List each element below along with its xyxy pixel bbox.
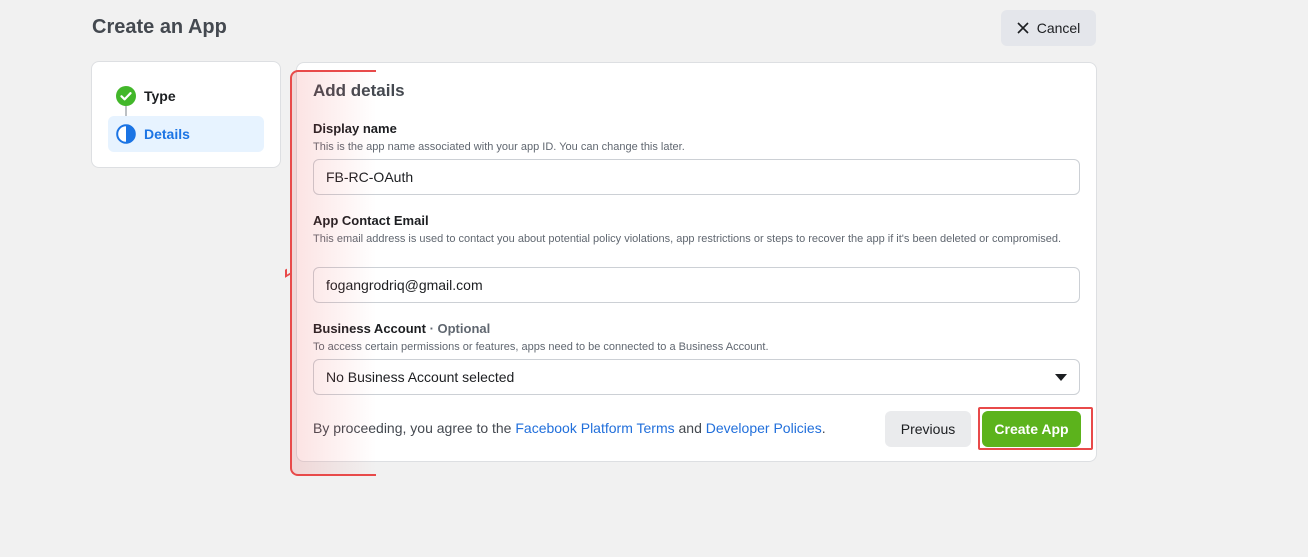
bracket-tip xyxy=(285,266,291,278)
optional-tag: · Optional xyxy=(429,321,491,336)
page-title: Create an App xyxy=(92,16,227,38)
business-account-help: To access certain permissions or feature… xyxy=(313,341,769,353)
business-account-label-text: Business Account xyxy=(313,321,426,336)
display-name-label: Display name xyxy=(313,121,397,136)
half-circle-icon xyxy=(116,124,136,144)
contact-email-input[interactable]: fogangrodriq@gmail.com xyxy=(313,267,1080,303)
add-details-form: Add details Display name This is the app… xyxy=(296,62,1097,462)
display-name-input[interactable]: FB-RC-OAuth xyxy=(313,159,1080,195)
step-details[interactable]: Details xyxy=(108,116,264,152)
check-circle-icon xyxy=(116,86,136,106)
terms-suffix: . xyxy=(821,420,826,436)
cancel-button[interactable]: Cancel xyxy=(1001,10,1096,46)
contact-email-help: This email address is used to contact yo… xyxy=(313,233,1062,245)
previous-button[interactable]: Previous xyxy=(885,411,971,447)
close-icon xyxy=(1017,22,1029,34)
steps-panel: Type Details xyxy=(91,61,281,168)
step-type-label: Type xyxy=(144,88,176,104)
step-type[interactable]: Type xyxy=(116,86,176,106)
terms-text: By proceeding, you agree to the Facebook… xyxy=(313,420,826,436)
step-details-label: Details xyxy=(144,126,190,142)
terms-middle: and xyxy=(674,420,706,436)
cancel-label: Cancel xyxy=(1036,20,1081,36)
caret-down-icon xyxy=(1055,373,1067,381)
display-name-help: This is the app name associated with you… xyxy=(313,141,685,153)
business-account-label: Business Account · Optional xyxy=(313,321,490,336)
terms-prefix: By proceeding, you agree to the xyxy=(313,420,516,436)
platform-terms-link[interactable]: Facebook Platform Terms xyxy=(515,420,674,436)
contact-email-label: App Contact Email xyxy=(313,213,429,228)
form-title: Add details xyxy=(313,81,405,100)
business-account-select[interactable]: No Business Account selected xyxy=(313,359,1080,395)
business-account-value: No Business Account selected xyxy=(326,369,515,385)
developer-policies-link[interactable]: Developer Policies xyxy=(706,420,822,436)
create-app-button[interactable]: Create App xyxy=(982,411,1081,447)
